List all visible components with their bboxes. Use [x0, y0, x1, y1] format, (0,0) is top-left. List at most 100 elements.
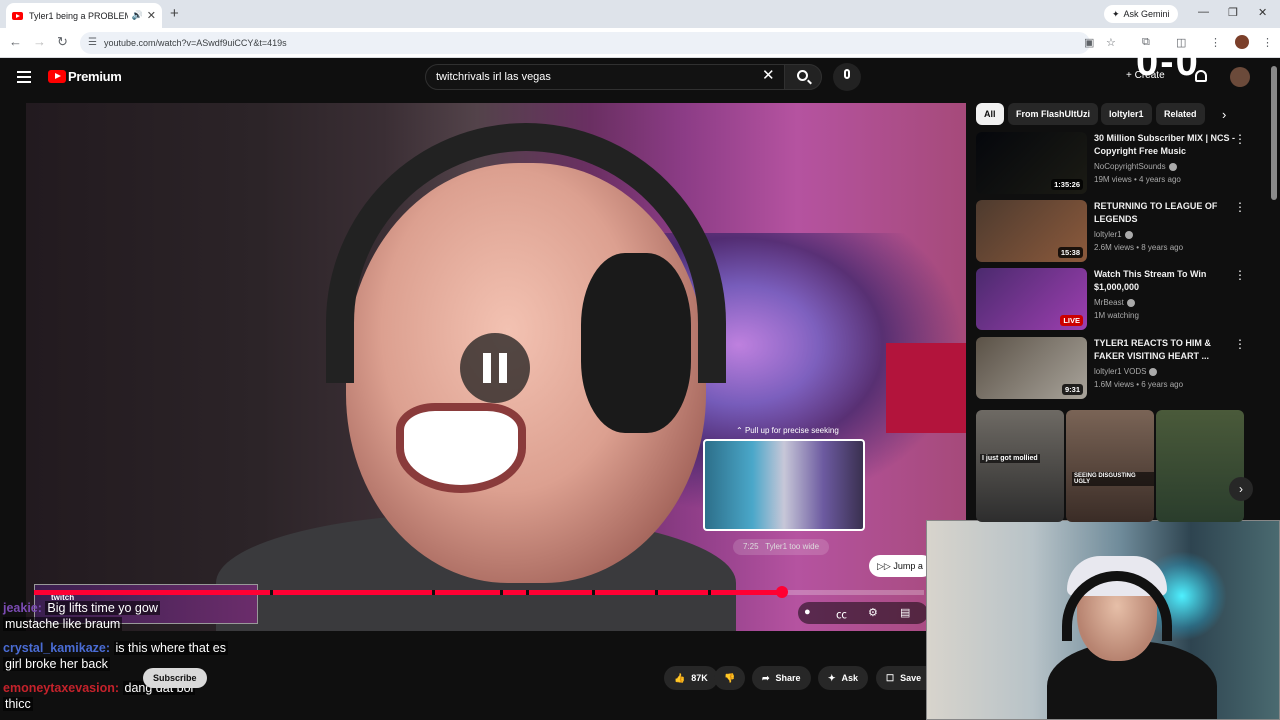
short-caption: I just got mollied — [980, 454, 1040, 463]
video-thumbnail[interactable]: 1:35:26 — [976, 132, 1087, 194]
subtitles-icon[interactable]: ㏄ — [836, 606, 847, 622]
video-title[interactable]: RETURNING TO LEAGUE OF LEGENDS — [1094, 200, 1236, 226]
voice-search-button[interactable] — [833, 63, 861, 91]
youtube-favicon-icon — [12, 11, 23, 20]
chat-text-continued: mustache like braum — [3, 617, 123, 631]
recommended-video[interactable]: 1:35:26 30 Million Subscriber MIX | NCS … — [976, 132, 1266, 196]
subscribe-button[interactable]: Subscribe — [143, 668, 207, 688]
pause-icon[interactable] — [460, 333, 530, 403]
video-meta: 1M watching — [1094, 311, 1139, 320]
youtube-logo-icon[interactable] — [48, 70, 66, 83]
chapter-divider — [592, 590, 595, 595]
save-button[interactable]: ☐ Save — [876, 666, 928, 690]
more-options-icon[interactable]: ⋮ — [1234, 268, 1246, 282]
channel-name[interactable]: loltyler1 — [1094, 228, 1133, 241]
recommended-video[interactable]: 15:38 RETURNING TO LEAGUE OF LEGENDS lol… — [976, 200, 1266, 264]
video-thumbnail[interactable]: 15:38 — [976, 200, 1087, 262]
tab-close-icon[interactable]: ✕ — [147, 9, 156, 22]
channel-name[interactable]: NoCopyrightSounds — [1094, 160, 1177, 173]
chat-text: is this where that es — [113, 641, 228, 655]
browser-menu-icon[interactable]: ⋮ — [1262, 36, 1273, 49]
shorts-next-icon[interactable]: › — [1229, 477, 1253, 501]
speaker-icon[interactable]: 🔊 — [132, 10, 143, 21]
more-options-icon[interactable]: ⋮ — [1234, 337, 1246, 351]
chat-text-continued: thicc — [3, 697, 33, 711]
video-duration: 1:35:26 — [1051, 179, 1083, 190]
chat-username: crystal_kamikaze: — [3, 641, 111, 655]
preview-timestamp: 7:25 — [743, 542, 759, 551]
like-count: 87K — [691, 673, 708, 683]
reload-icon[interactable]: ↻ — [57, 34, 68, 50]
chapter-divider — [270, 590, 273, 595]
new-tab-button[interactable]: + — [170, 5, 179, 22]
video-title[interactable]: 30 Million Subscriber MIX | NCS - Copyri… — [1094, 132, 1236, 158]
save-label: Save — [900, 673, 922, 683]
browser-profile-avatar[interactable] — [1235, 35, 1249, 49]
recommended-video[interactable]: 9:31 TYLER1 REACTS TO HIM & FAKER VISITI… — [976, 337, 1266, 401]
video-thumbnail[interactable]: 9:31 — [976, 337, 1087, 399]
jump-ahead-button[interactable]: ▷▷ Jump a — [869, 555, 933, 577]
progress-bar-played — [34, 590, 782, 595]
short-thumbnail[interactable] — [1156, 410, 1244, 522]
chip-all[interactable]: All — [976, 103, 1004, 125]
account-avatar[interactable] — [1230, 67, 1250, 87]
video-title[interactable]: TYLER1 REACTS TO HIM & FAKER VISITING HE… — [1094, 337, 1236, 363]
menu-icon[interactable] — [17, 71, 31, 83]
forward-icon[interactable]: → — [33, 34, 46, 49]
chip-related[interactable]: Related — [1156, 103, 1205, 125]
ask-gemini-button[interactable]: ✦ Ask Gemini — [1104, 5, 1178, 23]
jump-label: Jump a — [893, 561, 923, 571]
seek-hint-text: ⌃ Pull up for precise seeking — [736, 426, 839, 435]
short-thumbnail[interactable]: SEEING DISGUSTING UGLY — [1066, 410, 1154, 522]
short-thumbnail[interactable]: I just got mollied — [976, 410, 1064, 522]
clear-search-icon[interactable]: ✕ — [762, 66, 775, 84]
video-title[interactable]: Watch This Stream To Win $1,000,000 — [1094, 268, 1236, 294]
more-options-icon[interactable]: ⋮ — [1234, 132, 1246, 146]
autoplay-toggle-icon[interactable]: ● — [804, 606, 811, 618]
like-button[interactable]: 👍 87K — [664, 666, 718, 690]
chip-loltyler1[interactable]: loltyler1 — [1101, 103, 1152, 125]
bookmark-star-icon[interactable]: ☆ — [1106, 36, 1116, 49]
browser-tab-bar: Tyler1 being a PROBLEM fo 🔊 ✕ + ✦ Ask Ge… — [0, 0, 1280, 28]
channel-name[interactable]: loltyler1 VODS — [1094, 365, 1158, 378]
preview-chapter: Tyler1 too wide — [765, 542, 820, 551]
chevron-up-icon: ⌃ — [736, 426, 745, 435]
page-scrollbar[interactable] — [1271, 66, 1277, 200]
recommended-video[interactable]: LIVE Watch This Stream To Win $1,000,000… — [976, 268, 1266, 332]
browser-tab[interactable]: Tyler1 being a PROBLEM fo 🔊 ✕ — [6, 3, 162, 28]
miniplayer-icon[interactable]: ▤ — [900, 606, 910, 619]
search-input[interactable]: twitchrivals irl las vegas — [425, 64, 785, 90]
chevron-right-icon[interactable]: › — [1222, 107, 1226, 122]
chat-message: jeakie: Big lifts time yo gow — [3, 601, 160, 616]
settings-gear-icon[interactable]: ⚙ — [868, 606, 878, 619]
ask-button[interactable]: ✦ Ask — [818, 666, 869, 690]
headset-earcup — [581, 253, 691, 433]
install-app-icon[interactable]: ▣ — [1084, 36, 1094, 49]
chip-from-channel[interactable]: From FlashUltUzi — [1008, 103, 1099, 125]
microphone-icon — [844, 69, 850, 79]
search-icon — [797, 70, 808, 81]
back-icon[interactable]: ← — [9, 34, 22, 49]
minimize-icon[interactable]: — — [1198, 6, 1209, 18]
share-button[interactable]: ➦ Share — [752, 666, 811, 690]
youtube-premium-logo[interactable]: Premium — [68, 69, 122, 84]
stream-overlay-score: 0-0 — [1136, 40, 1200, 84]
channel-name[interactable]: MrBeast — [1094, 296, 1135, 309]
video-meta: 2.6M views • 8 years ago — [1094, 243, 1184, 252]
more-options-icon[interactable]: ⋮ — [1234, 200, 1246, 214]
progress-scrubber[interactable] — [776, 586, 788, 598]
streamer-webcam — [926, 520, 1280, 720]
share-icon: ➦ — [762, 673, 770, 683]
downloads-icon[interactable]: ⋮ — [1210, 36, 1221, 49]
search-button[interactable] — [784, 64, 822, 90]
dislike-button[interactable]: 👎 — [714, 666, 746, 690]
video-thumbnail[interactable]: LIVE — [976, 268, 1087, 330]
site-info-icon[interactable]: ☰ — [88, 32, 97, 54]
youtube-header: Premium twitchrivals irl las vegas ✕ + C… — [0, 58, 1280, 100]
plus-icon: + — [1126, 70, 1135, 81]
verified-icon — [1149, 367, 1158, 376]
window-close-icon[interactable]: ✕ — [1258, 6, 1267, 19]
url-field[interactable]: ☰ youtube.com/watch?v=ASwdf9uiCCY&t=419s — [80, 32, 1090, 54]
restore-icon[interactable]: ❐ — [1228, 6, 1238, 19]
chat-text: Big lifts time yo gow — [45, 601, 160, 615]
